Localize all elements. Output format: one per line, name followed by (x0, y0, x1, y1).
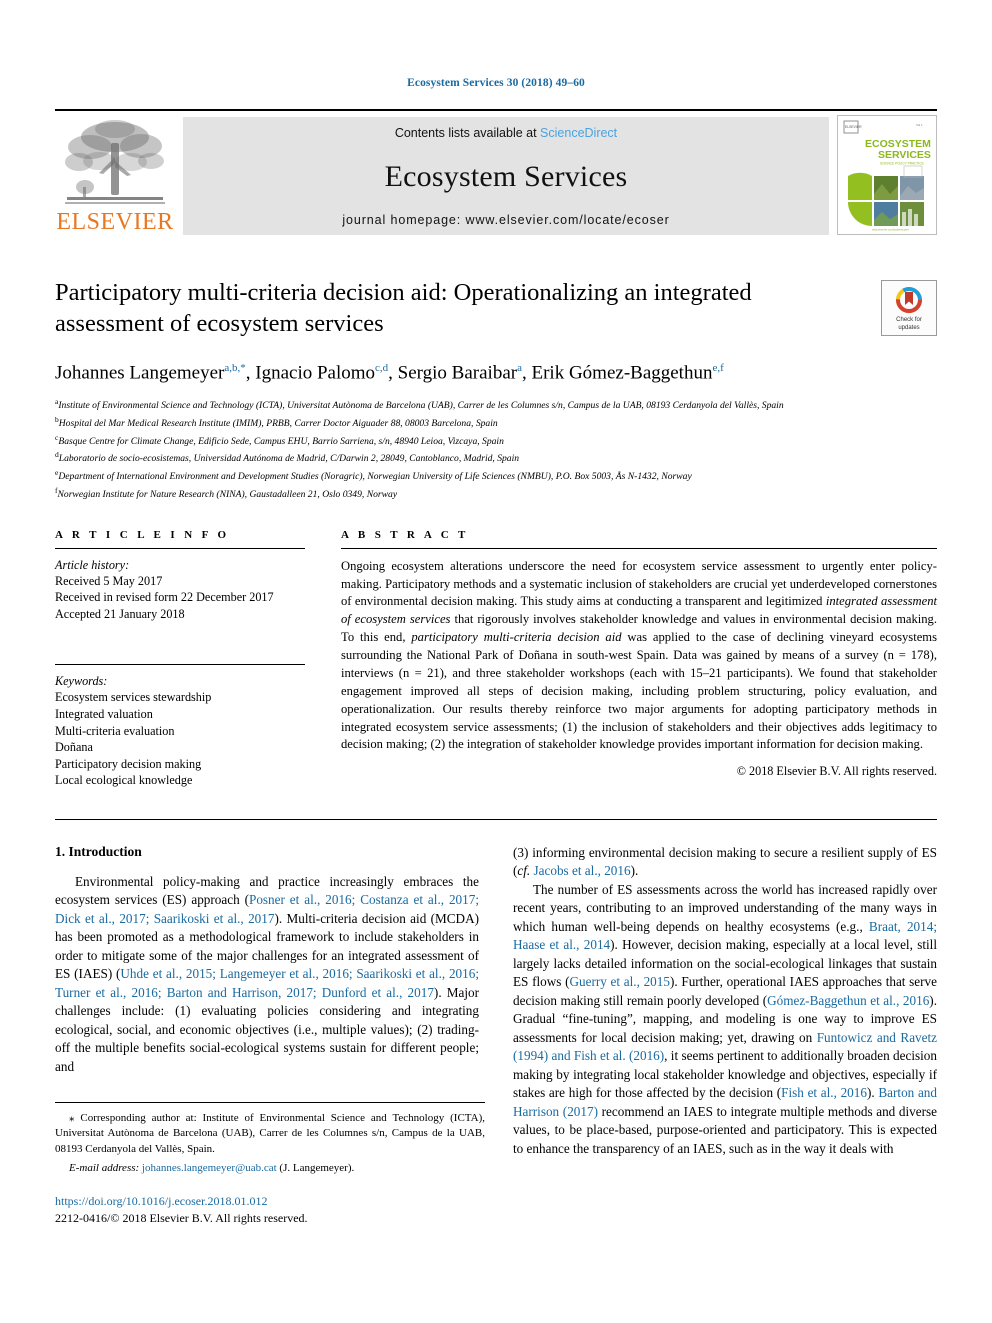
keyword-item: Doñana (55, 740, 93, 755)
article-page: Ecosystem Services 30 (2018) 49–60 ELSEV… (0, 0, 992, 1323)
author-name: Erik Gómez-Baggethun (531, 362, 713, 384)
affiliation-marker: e (55, 468, 59, 478)
body-column-right: (3) informing environmental decision mak… (513, 844, 937, 1227)
affiliation-marker: d (55, 450, 59, 460)
affiliation-list: aInstitute of Environmental Science and … (55, 396, 937, 503)
author-affiliation-marker: a,b,* (224, 361, 246, 374)
intro-paragraph-right-2: The number of ES assessments across the … (513, 881, 937, 1158)
issn-copyright-line: 2212-0416/© 2018 Elsevier B.V. All right… (55, 1210, 308, 1225)
keyword-item: Multi-criteria evaluation (55, 723, 175, 738)
author-name: Johannes Langemeyer (55, 362, 225, 384)
footnote-block: ⁎ Corresponding author at: Institute of … (55, 1102, 485, 1226)
keyword-item: Integrated valuation (55, 707, 153, 722)
abstract-rule (341, 547, 937, 549)
contents-available-line: Contents lists available at ScienceDirec… (395, 126, 617, 140)
article-history-lines: Received 5 May 2017 Received in revised f… (55, 573, 305, 623)
corresponding-author-text: Corresponding author at: Institute of En… (55, 1112, 485, 1155)
author-affiliation-marker: a (517, 361, 522, 374)
affiliation-item: bHospital del Mar Medical Research Insti… (55, 414, 498, 429)
abstract-run: was applied to the case of declining vin… (341, 630, 937, 752)
email-note: E-mail address: johannes.langemeyer@uab.… (55, 1161, 485, 1176)
citation-link[interactable]: Fish et al., 2016 (781, 1085, 867, 1100)
keywords-label: Keywords: (55, 674, 108, 689)
body-text-run: cf. (517, 863, 534, 879)
body-text-run: ). (866, 1085, 879, 1101)
citation-link[interactable]: Gómez-Baggethun et al., 2016 (767, 993, 929, 1008)
corresponding-author-note: ⁎ Corresponding author at: Institute of … (55, 1111, 485, 1157)
abstract-emphasis: participatory multi-criteria decision ai… (411, 630, 622, 645)
affiliation-marker: b (55, 414, 59, 424)
affiliation-item: fNorwegian Institute for Nature Research… (55, 485, 398, 501)
elsevier-logo: ELSEVIER (55, 111, 175, 239)
affiliation-item: aInstitute of Environmental Science and … (55, 397, 784, 412)
check-updates-line1: Check for (896, 317, 922, 323)
svg-text:SERVICES: SERVICES (878, 149, 931, 161)
section-heading-introduction: 1. Introduction (55, 843, 142, 859)
elsevier-tree-icon (65, 120, 165, 204)
citation-link[interactable]: Guerry et al., 2015 (570, 974, 670, 989)
author-affiliation-marker: c,d (375, 361, 389, 374)
body-text-run: ). (630, 863, 639, 879)
body-separator-rule (55, 818, 937, 820)
journal-masthead: ELSEVIER Contents lists available at Sci… (55, 109, 937, 239)
affiliation-marker: f (55, 485, 58, 495)
intro-paragraph-left: Environmental policy-making and practice… (55, 873, 479, 1076)
body-column-left: 1. Introduction Environmental policy-mak… (55, 843, 485, 1227)
affiliation-marker: a (55, 397, 59, 407)
abstract-copyright: © 2018 Elsevier B.V. All rights reserved… (736, 764, 937, 779)
doi-block: https://doi.org/10.1016/j.ecoser.2018.01… (55, 1193, 485, 1227)
check-updates-line2: updates (898, 324, 920, 331)
doi-link[interactable]: https://doi.org/10.1016/j.ecoser.2018.01… (55, 1193, 485, 1210)
article-history-item: Received 5 May 2017 (55, 573, 163, 588)
citation-link[interactable]: Jacobs et al., 2016 (534, 863, 631, 878)
check-updates-label: Check for updates (896, 317, 922, 332)
crossmark-icon (896, 287, 922, 313)
svg-text:SCIENCE POLICY PRACTICE: SCIENCE POLICY PRACTICE (880, 162, 924, 166)
keyword-item: Participatory decision making (55, 756, 202, 771)
keyword-item: Ecosystem services stewardship (55, 690, 212, 705)
author-affiliation-marker: e,f (712, 361, 724, 374)
article-history-item: Received in revised form 22 December 201… (55, 590, 274, 605)
abstract-text: Ongoing ecosystem alterations underscore… (341, 558, 937, 755)
contents-prefix: Contents lists available at (394, 126, 541, 140)
svg-text:ELSEVIER: ELSEVIER (845, 125, 862, 129)
abstract-column: A B S T R A C T Ongoing ecosystem altera… (341, 529, 937, 789)
intro-paragraph-right-1: (3) informing environmental decision mak… (513, 844, 937, 881)
affiliation-item: dLaboratorio de socio-ecosistemas, Unive… (55, 450, 520, 465)
journal-title: Ecosystem Services (384, 159, 628, 193)
author-list: Johannes Langemeyera,b,*, Ignacio Palomo… (55, 361, 724, 384)
affiliation-marker: c (55, 432, 59, 442)
masthead-center-band: Contents lists available at ScienceDirec… (183, 117, 829, 235)
title-block: Participatory multi-criteria decision ai… (55, 277, 937, 503)
sciencedirect-link[interactable]: ScienceDirect (540, 126, 617, 140)
check-for-updates-badge[interactable]: Check for updates (881, 280, 937, 336)
author-name: Sergio Baraibar (397, 362, 518, 384)
info-abstract-section: A R T I C L E I N F O Article history: R… (55, 529, 937, 789)
email-attribution: (J. Langemeyer). (276, 1161, 355, 1174)
journal-cover-thumbnail: ELSEVIER Vol 1 ECOSYSTEM SERVICES SCIENC… (837, 115, 937, 235)
svg-text:www.elsevier.com/locate/ecoser: www.elsevier.com/locate/ecoser (872, 228, 909, 232)
article-info-heading: A R T I C L E I N F O (55, 528, 230, 541)
email-address-link[interactable]: johannes.langemeyer@uab.cat (142, 1162, 277, 1174)
abstract-heading: A B S T R A C T (341, 528, 469, 541)
author-name: Ignacio Palomo (255, 362, 376, 384)
cover-artwork: ELSEVIER Vol 1 ECOSYSTEM SERVICES SCIENC… (838, 116, 936, 234)
page-title: Participatory multi-criteria decision ai… (55, 279, 752, 338)
svg-text:Vol 1: Vol 1 (916, 123, 923, 127)
keywords-block: Keywords: Ecosystem services stewardship… (55, 664, 305, 789)
email-address-label: E-mail address: (69, 1161, 142, 1174)
body-columns: 1. Introduction Environmental policy-mak… (55, 844, 937, 1227)
article-history-item: Accepted 21 January 2018 (55, 606, 185, 621)
affiliation-item: cBasque Centre for Climate Change, Edifi… (55, 432, 504, 447)
keywords-rule (55, 664, 305, 666)
article-info-rule (55, 547, 305, 549)
keyword-item: Local ecological knowledge (55, 773, 193, 788)
article-info-column: A R T I C L E I N F O Article history: R… (55, 529, 305, 789)
affiliation-item: eDepartment of International Environment… (55, 468, 692, 483)
running-head: Ecosystem Services 30 (2018) 49–60 (407, 77, 585, 89)
elsevier-wordmark: ELSEVIER (56, 209, 174, 235)
article-history-label: Article history: (55, 557, 130, 572)
journal-homepage-line[interactable]: journal homepage: www.elsevier.com/locat… (342, 213, 669, 227)
keywords-lines: Ecosystem services stewardship Integrated… (55, 689, 305, 789)
